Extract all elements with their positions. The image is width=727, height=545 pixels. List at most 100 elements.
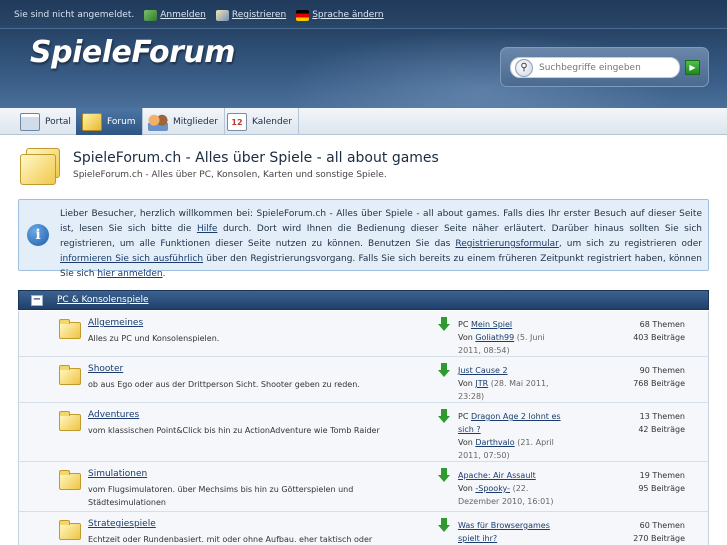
last-post-user[interactable]: Darthvalo <box>475 438 514 447</box>
last-post-user[interactable]: -Spooky- <box>475 484 510 493</box>
category-header: − PC & Konsolenspiele <box>18 290 709 310</box>
site-logo[interactable]: SpieleForum <box>30 35 236 70</box>
login-status-text: Sie sind nicht angemeldet. <box>14 10 135 20</box>
last-post-user[interactable]: JTR <box>475 379 488 388</box>
welcome-info-box: i Lieber Besucher, herzlich willkommen b… <box>18 199 709 279</box>
welcome-text: Lieber Besucher, herzlich willkommen bei… <box>60 207 702 282</box>
main-navigation: Portal Forum Mitglieder 12 Kalender <box>0 108 727 135</box>
welcome-text-part: . <box>162 269 166 279</box>
tab-forum[interactable]: Forum <box>76 108 143 135</box>
forum-folder-icon <box>59 520 81 540</box>
login-here-link[interactable]: hier anmelden <box>97 269 162 279</box>
last-post-by: Von <box>458 484 476 493</box>
login-icon <box>144 9 158 21</box>
go-to-last-post-icon[interactable] <box>438 409 450 423</box>
last-post: PC Mein Spiel Von Goliath99 (5. Juni 2011… <box>458 318 568 357</box>
last-post: PC Dragon Age 2 lohnt es sich ? Von Darth… <box>458 410 568 462</box>
tab-members-label: Mitglieder <box>173 116 218 127</box>
register-label: Registrieren <box>231 10 287 20</box>
register-icon <box>215 9 229 21</box>
forum-stats: 68 Themen 403 Beiträge <box>595 318 685 344</box>
thread-count: 68 Themen <box>639 320 685 329</box>
last-post-title[interactable]: Mein Spiel <box>471 320 512 329</box>
language-link[interactable]: Sprache ändern <box>296 9 384 21</box>
forum-folder-icon <box>59 470 81 490</box>
last-post-title[interactable]: Just Cause 2 <box>458 366 508 375</box>
tab-portal-label: Portal <box>45 116 71 127</box>
search-submit-button[interactable]: ▶ <box>685 60 700 75</box>
forum-row: Simulationen vom Flugsimulatoren. über M… <box>18 462 709 512</box>
calendar-icon: 12 <box>227 112 247 131</box>
last-post-title[interactable]: Apache: Air Assault <box>458 471 536 480</box>
search-box: ⚲ ▶ <box>500 47 709 87</box>
last-post-prefix: PC <box>458 412 471 421</box>
thread-count: 19 Themen <box>639 471 685 480</box>
forum-stats: 60 Themen 270 Beiträge <box>595 519 685 545</box>
info-icon: i <box>27 224 49 246</box>
collapse-toggle-icon[interactable]: − <box>31 295 43 306</box>
go-to-last-post-icon[interactable] <box>438 317 450 331</box>
forum-title[interactable]: Simulationen <box>88 469 147 479</box>
post-count: 42 Beiträge <box>638 425 685 434</box>
post-count: 768 Beiträge <box>633 379 685 388</box>
last-post: Apache: Air Assault Von -Spooky- (22. Dez… <box>458 469 568 508</box>
login-label: Anmelden <box>160 10 206 20</box>
last-post-user[interactable]: Goliath99 <box>475 333 514 342</box>
tab-portal[interactable]: Portal <box>14 108 78 135</box>
page-title: SpieleForum.ch - Alles über Spiele - all… <box>73 150 439 166</box>
go-to-last-post-icon[interactable] <box>438 518 450 532</box>
forum-row: Adventures vom klassischen Point&Click b… <box>18 403 709 462</box>
page-subtitle: SpieleForum.ch - Alles über PC, Konsolen… <box>73 170 387 180</box>
last-post-by: Von <box>458 438 476 447</box>
tab-calendar-label: Kalender <box>252 116 292 127</box>
tab-calendar[interactable]: 12 Kalender <box>221 108 299 135</box>
forum-folder-icon <box>59 365 81 385</box>
forum-row: Shooter ob aus Ego oder aus der Drittper… <box>18 357 709 403</box>
last-post: Was für Browsergames spielt ihr? <box>458 519 568 545</box>
forum-description: vom Flugsimulatoren. über Mechsims bis h… <box>88 485 354 507</box>
forum-title[interactable]: Adventures <box>88 410 139 420</box>
forum-folder-icon <box>59 319 81 339</box>
registration-info-link[interactable]: informieren Sie sich ausführlich <box>60 254 203 264</box>
tab-forum-label: Forum <box>107 116 136 127</box>
forum-title[interactable]: Shooter <box>88 364 123 374</box>
calendar-badge: 12 <box>231 117 243 127</box>
welcome-text-part: , um sich zu registrieren oder <box>558 239 702 249</box>
last-post-prefix: PC <box>458 320 471 329</box>
last-post-by: Von <box>458 333 476 342</box>
forum-row: Strategiespiele Echtzeit oder Rundenbasi… <box>18 512 709 545</box>
forum-title[interactable]: Strategiespiele <box>88 519 156 529</box>
category-name[interactable]: PC & Konsolenspiele <box>57 295 149 305</box>
go-to-last-post-icon[interactable] <box>438 363 450 377</box>
forum-stats: 19 Themen 95 Beiträge <box>595 469 685 495</box>
search-field: ⚲ <box>510 57 680 78</box>
thread-count: 90 Themen <box>639 366 685 375</box>
thread-count: 60 Themen <box>639 521 685 530</box>
login-link[interactable]: Anmelden <box>144 9 206 21</box>
forum-title[interactable]: Allgemeines <box>88 318 143 328</box>
forum-folder-icon <box>16 146 64 188</box>
last-post-title[interactable]: Dragon Age 2 lohnt es sich ? <box>458 412 561 434</box>
post-count: 403 Beiträge <box>633 333 685 342</box>
forum-stats: 13 Themen 42 Beiträge <box>595 410 685 436</box>
search-input[interactable] <box>539 62 679 73</box>
last-post-by: Von <box>458 379 476 388</box>
registration-form-link[interactable]: Registrierungsformular <box>455 239 558 249</box>
post-count: 95 Beiträge <box>638 484 685 493</box>
forum-description: vom klassischen Point&Click bis hin zu A… <box>88 426 380 435</box>
user-bar: Sie sind nicht angemeldet. Anmelden Regi… <box>14 8 384 22</box>
forum-row: Allgemeines Alles zu PC und Konsolenspie… <box>18 311 709 357</box>
portal-icon <box>20 112 40 131</box>
tab-members[interactable]: Mitglieder <box>142 108 225 135</box>
last-post-title[interactable]: Was für Browsergames spielt ihr? <box>458 521 550 543</box>
thread-count: 13 Themen <box>639 412 685 421</box>
register-link[interactable]: Registrieren <box>215 9 287 21</box>
help-link[interactable]: Hilfe <box>197 224 217 234</box>
search-icon: ⚲ <box>515 58 533 77</box>
forum-folder-icon <box>82 112 102 131</box>
go-to-last-post-icon[interactable] <box>438 468 450 482</box>
members-icon <box>148 112 168 131</box>
german-flag-icon <box>296 9 310 21</box>
post-count: 270 Beiträge <box>633 534 685 543</box>
forum-description: Alles zu PC und Konsolenspielen. <box>88 334 220 343</box>
